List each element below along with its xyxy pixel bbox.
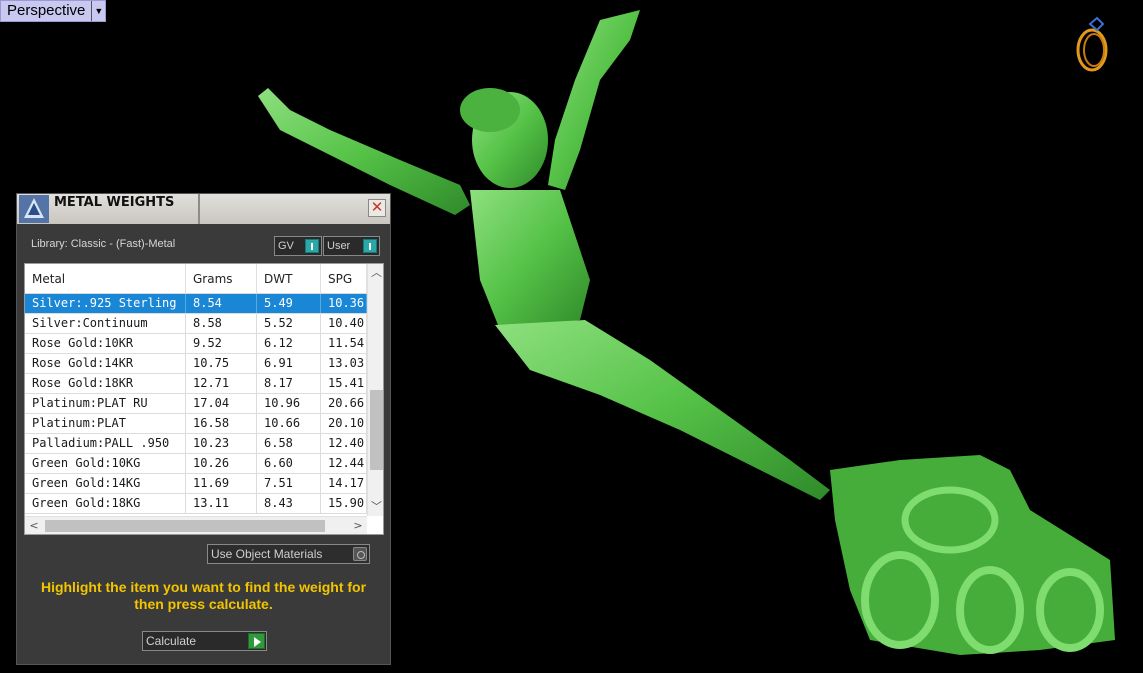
app-logo-icon — [19, 195, 49, 223]
toggle-switch-icon — [363, 239, 377, 253]
cell-grams: 8.58 — [186, 314, 257, 333]
gv-toggle-label: GV — [278, 240, 294, 252]
cell-metal: Rose Gold:10KR — [25, 334, 186, 353]
table-row[interactable]: Palladium:PALL .950 10.23 6.58 12.40 — [25, 434, 367, 454]
panel-title: METAL WEIGHTS — [54, 194, 200, 224]
table-row[interactable]: Rose Gold:18KR 12.71 8.17 15.41 — [25, 374, 367, 394]
cell-metal: Green Gold:18KG — [25, 494, 186, 513]
cell-dwt: 10.96 — [257, 394, 321, 413]
user-toggle[interactable]: User — [323, 236, 380, 256]
cell-spg: 10.36 — [321, 294, 367, 313]
cell-spg: 12.40 — [321, 434, 367, 453]
calculate-label: Calculate — [146, 634, 197, 648]
cell-grams: 13.11 — [186, 494, 257, 513]
radio-button-icon[interactable] — [353, 547, 367, 561]
cell-grams: 10.26 — [186, 454, 257, 473]
cell-spg: 20.66 — [321, 394, 367, 413]
scroll-down-icon[interactable]: ﹀ — [368, 498, 383, 516]
toggle-switch-icon — [305, 239, 319, 253]
table-row[interactable]: Green Gold:14KG 11.69 7.51 14.17 — [25, 474, 367, 494]
cell-grams: 8.54 — [186, 294, 257, 313]
cell-grams: 9.52 — [186, 334, 257, 353]
cell-dwt: 8.43 — [257, 494, 321, 513]
cell-dwt: 6.91 — [257, 354, 321, 373]
cell-metal: Green Gold:10KG — [25, 454, 186, 473]
metal-table: Metal Grams DWT SPG Silver:.925 Sterling… — [24, 263, 384, 535]
cell-grams: 10.75 — [186, 354, 257, 373]
cell-dwt: 5.49 — [257, 294, 321, 313]
vertical-scrollbar[interactable]: ︿ ﹀ — [367, 264, 383, 516]
close-icon[interactable]: ✕ — [368, 199, 386, 217]
table-row[interactable]: Platinum:PLAT RU 17.04 10.96 20.66 — [25, 394, 367, 414]
gv-toggle[interactable]: GV — [274, 236, 322, 256]
cell-dwt: 8.17 — [257, 374, 321, 393]
cell-dwt: 6.58 — [257, 434, 321, 453]
table-row[interactable]: Rose Gold:14KR 10.75 6.91 13.03 — [25, 354, 367, 374]
viewport-label[interactable]: Perspective ▼ — [0, 0, 107, 22]
cell-spg: 11.54 — [321, 334, 367, 353]
use-object-materials-option[interactable]: Use Object Materials — [207, 544, 370, 564]
table-row[interactable]: Silver:.925 Sterling 8.54 5.49 10.36 — [25, 294, 367, 314]
cell-dwt: 6.12 — [257, 334, 321, 353]
cell-dwt: 7.51 — [257, 474, 321, 493]
metal-weights-panel: METAL WEIGHTS ✕ Library: Classic - (Fast… — [16, 193, 391, 665]
cell-dwt: 10.66 — [257, 414, 321, 433]
cell-grams: 12.71 — [186, 374, 257, 393]
cell-spg: 12.44 — [321, 454, 367, 473]
cell-metal: Rose Gold:14KR — [25, 354, 186, 373]
scroll-thumb[interactable] — [370, 390, 383, 470]
cell-spg: 10.40 — [321, 314, 367, 333]
cell-dwt: 5.52 — [257, 314, 321, 333]
instruction-text: Highlight the item you want to find the … — [40, 579, 367, 612]
cell-metal: Platinum:PLAT RU — [25, 394, 186, 413]
library-label: Library: Classic - (Fast)-Metal — [31, 238, 176, 250]
scroll-left-icon[interactable]: < — [25, 517, 43, 534]
table-header: Metal Grams DWT SPG — [25, 264, 367, 294]
cell-metal: Platinum:PLAT — [25, 414, 186, 433]
cell-metal: Palladium:PALL .950 — [25, 434, 186, 453]
cell-grams: 17.04 — [186, 394, 257, 413]
cell-metal: Silver:Continuum — [25, 314, 186, 333]
viewport-label-text: Perspective — [7, 2, 86, 19]
table-body: Silver:.925 Sterling 8.54 5.49 10.36 Silver:… — [25, 294, 367, 514]
use-object-materials-label: Use Object Materials — [211, 547, 323, 561]
cell-spg: 13.03 — [321, 354, 367, 373]
cell-grams: 11.69 — [186, 474, 257, 493]
cell-spg: 20.10 — [321, 414, 367, 433]
ring-icon[interactable] — [1070, 12, 1116, 74]
cell-dwt: 6.60 — [257, 454, 321, 473]
cell-grams: 10.23 — [186, 434, 257, 453]
chevron-down-icon[interactable]: ▼ — [91, 1, 105, 21]
table-row[interactable]: Green Gold:10KG 10.26 6.60 12.44 — [25, 454, 367, 474]
play-arrow-icon — [248, 633, 265, 649]
table-row[interactable]: Platinum:PLAT 16.58 10.66 20.10 — [25, 414, 367, 434]
calculate-button[interactable]: Calculate — [142, 631, 267, 651]
panel-titlebar[interactable]: METAL WEIGHTS ✕ — [17, 194, 390, 224]
column-header-dwt[interactable]: DWT — [257, 264, 321, 293]
scroll-right-icon[interactable]: > — [349, 517, 367, 534]
table-row[interactable]: Green Gold:18KG 13.11 8.43 15.90 — [25, 494, 367, 514]
column-header-metal[interactable]: Metal — [25, 264, 186, 293]
cell-metal: Green Gold:14KG — [25, 474, 186, 493]
column-header-spg[interactable]: SPG — [321, 264, 367, 293]
cell-metal: Rose Gold:18KR — [25, 374, 186, 393]
column-header-grams[interactable]: Grams — [186, 264, 257, 293]
table-row[interactable]: Silver:Continuum 8.58 5.52 10.40 — [25, 314, 367, 334]
cell-metal: Silver:.925 Sterling — [25, 294, 186, 313]
user-toggle-label: User — [327, 240, 351, 252]
cell-spg: 15.90 — [321, 494, 367, 513]
cell-spg: 14.17 — [321, 474, 367, 493]
table-row[interactable]: Rose Gold:10KR 9.52 6.12 11.54 — [25, 334, 367, 354]
cell-grams: 16.58 — [186, 414, 257, 433]
scroll-up-icon[interactable]: ︿ — [368, 264, 383, 282]
horizontal-scrollbar[interactable]: < > — [25, 516, 367, 534]
scroll-thumb[interactable] — [45, 520, 325, 532]
cell-spg: 15.41 — [321, 374, 367, 393]
